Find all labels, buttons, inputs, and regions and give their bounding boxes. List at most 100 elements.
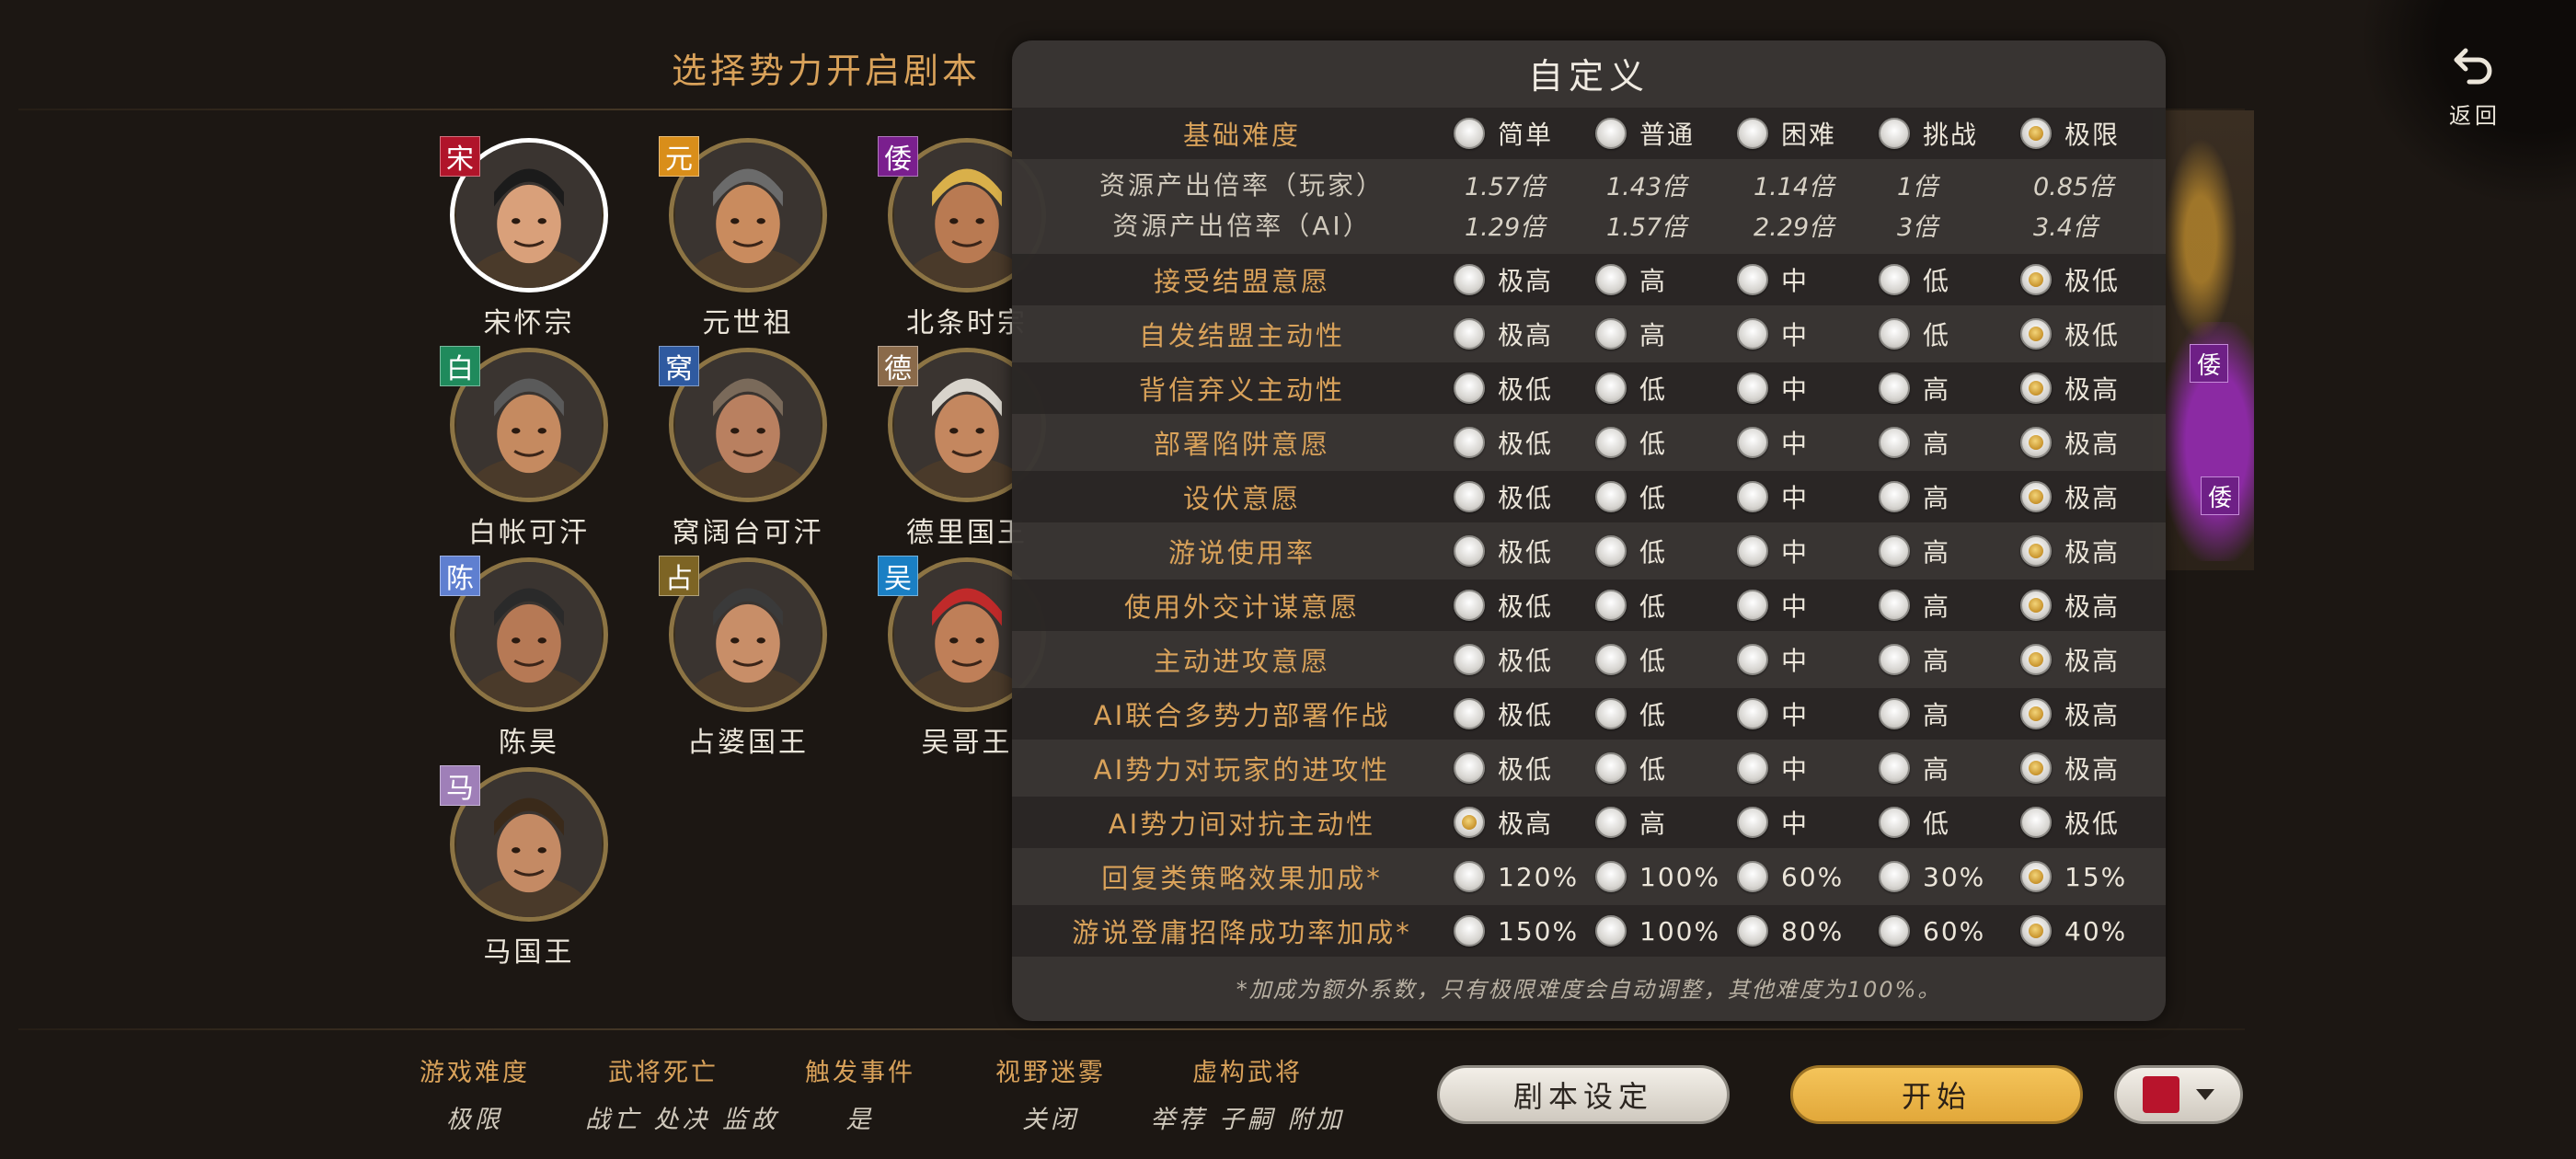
radio-option[interactable]: 挑战 xyxy=(1879,108,1978,159)
radio-option[interactable]: 中 xyxy=(1737,634,1809,685)
radio-option[interactable]: 极高 xyxy=(2020,471,2120,522)
radio-option[interactable]: 简单 xyxy=(1454,108,1553,159)
radio-button[interactable] xyxy=(1879,752,1910,784)
radio-option[interactable]: 极低 xyxy=(1454,362,1553,414)
radio-option[interactable]: 高 xyxy=(1879,634,1950,685)
radio-button[interactable] xyxy=(1737,644,1768,675)
radio-button[interactable] xyxy=(1879,373,1910,404)
faction-card[interactable]: 马马国王 xyxy=(423,765,635,970)
radio-option[interactable]: 极低 xyxy=(1454,742,1553,794)
radio-button[interactable] xyxy=(2020,590,2052,621)
scenario-settings-button[interactable]: 剧本设定 xyxy=(1437,1065,1730,1124)
radio-option[interactable]: 极低 xyxy=(2020,797,2120,848)
radio-option[interactable]: 中 xyxy=(1737,525,1809,577)
faction-card[interactable]: 占占婆国王 xyxy=(642,556,854,760)
radio-button[interactable] xyxy=(1595,481,1627,512)
radio-option[interactable]: 中 xyxy=(1737,417,1809,468)
radio-button[interactable] xyxy=(1454,373,1485,404)
faction-card[interactable]: 窝窝阔台可汗 xyxy=(642,346,854,550)
radio-button[interactable] xyxy=(1737,590,1768,621)
radio-option[interactable]: 高 xyxy=(1879,525,1950,577)
radio-option[interactable]: 120% xyxy=(1454,851,1579,902)
radio-button[interactable] xyxy=(1454,118,1485,149)
radio-option[interactable]: 极低 xyxy=(1454,634,1553,685)
radio-button[interactable] xyxy=(1454,698,1485,729)
radio-option[interactable]: 100% xyxy=(1595,905,1720,957)
radio-option[interactable]: 极低 xyxy=(1454,471,1553,522)
radio-button[interactable] xyxy=(1737,318,1768,350)
radio-option[interactable]: 高 xyxy=(1879,471,1950,522)
radio-button[interactable] xyxy=(1737,861,1768,892)
radio-option[interactable]: 极低 xyxy=(1454,525,1553,577)
radio-button[interactable] xyxy=(1454,427,1485,458)
radio-button[interactable] xyxy=(1737,535,1768,567)
radio-button[interactable] xyxy=(2020,698,2052,729)
radio-option[interactable]: 高 xyxy=(1595,308,1667,360)
radio-option[interactable]: 低 xyxy=(1595,688,1667,740)
radio-option[interactable]: 60% xyxy=(1737,851,1844,902)
radio-button[interactable] xyxy=(1454,481,1485,512)
radio-option[interactable]: 40% xyxy=(2020,905,2127,957)
radio-option[interactable]: 高 xyxy=(1879,580,1950,631)
radio-button[interactable] xyxy=(1879,427,1910,458)
radio-option[interactable]: 极高 xyxy=(2020,688,2120,740)
radio-button[interactable] xyxy=(1879,118,1910,149)
radio-option[interactable]: 80% xyxy=(1737,905,1844,957)
radio-option[interactable]: 极限 xyxy=(2020,108,2120,159)
radio-button[interactable] xyxy=(1595,698,1627,729)
radio-button[interactable] xyxy=(1879,861,1910,892)
radio-option[interactable]: 极高 xyxy=(2020,742,2120,794)
start-button[interactable]: 开始 xyxy=(1790,1065,2083,1124)
radio-button[interactable] xyxy=(2020,752,2052,784)
radio-button[interactable] xyxy=(2020,118,2052,149)
radio-button[interactable] xyxy=(1454,807,1485,838)
radio-option[interactable]: 中 xyxy=(1737,797,1809,848)
radio-button[interactable] xyxy=(1595,590,1627,621)
radio-option[interactable]: 低 xyxy=(1595,471,1667,522)
radio-button[interactable] xyxy=(1879,644,1910,675)
radio-button[interactable] xyxy=(1879,481,1910,512)
radio-button[interactable] xyxy=(2020,915,2052,947)
radio-button[interactable] xyxy=(1737,915,1768,947)
color-dropdown[interactable] xyxy=(2114,1065,2243,1124)
radio-button[interactable] xyxy=(1879,698,1910,729)
radio-button[interactable] xyxy=(1737,427,1768,458)
radio-button[interactable] xyxy=(1737,752,1768,784)
radio-button[interactable] xyxy=(1454,861,1485,892)
radio-option[interactable]: 中 xyxy=(1737,308,1809,360)
radio-button[interactable] xyxy=(1454,915,1485,947)
radio-button[interactable] xyxy=(1737,118,1768,149)
radio-button[interactable] xyxy=(1454,644,1485,675)
radio-button[interactable] xyxy=(1595,318,1627,350)
radio-button[interactable] xyxy=(1879,915,1910,947)
radio-option[interactable]: 低 xyxy=(1595,634,1667,685)
radio-option[interactable]: 极低 xyxy=(2020,254,2120,305)
faction-card[interactable]: 陈陈昊 xyxy=(423,556,635,760)
radio-option[interactable]: 低 xyxy=(1595,362,1667,414)
radio-button[interactable] xyxy=(1595,427,1627,458)
radio-button[interactable] xyxy=(2020,861,2052,892)
radio-option[interactable]: 极高 xyxy=(2020,634,2120,685)
radio-button[interactable] xyxy=(1454,318,1485,350)
radio-option[interactable]: 极低 xyxy=(2020,308,2120,360)
radio-button[interactable] xyxy=(1595,752,1627,784)
faction-card[interactable]: 白白帐可汗 xyxy=(423,346,635,550)
radio-option[interactable]: 极高 xyxy=(2020,362,2120,414)
radio-option[interactable]: 中 xyxy=(1737,362,1809,414)
radio-option[interactable]: 困难 xyxy=(1737,108,1836,159)
radio-option[interactable]: 高 xyxy=(1879,362,1950,414)
radio-button[interactable] xyxy=(1454,752,1485,784)
radio-button[interactable] xyxy=(2020,427,2052,458)
radio-button[interactable] xyxy=(1454,535,1485,567)
radio-button[interactable] xyxy=(1595,118,1627,149)
radio-button[interactable] xyxy=(2020,264,2052,295)
radio-option[interactable]: 低 xyxy=(1879,797,1950,848)
radio-option[interactable]: 高 xyxy=(1879,742,1950,794)
radio-option[interactable]: 中 xyxy=(1737,742,1809,794)
radio-option[interactable]: 15% xyxy=(2020,851,2127,902)
radio-option[interactable]: 极低 xyxy=(1454,580,1553,631)
radio-button[interactable] xyxy=(1737,481,1768,512)
radio-button[interactable] xyxy=(2020,318,2052,350)
radio-button[interactable] xyxy=(1737,264,1768,295)
radio-button[interactable] xyxy=(2020,644,2052,675)
